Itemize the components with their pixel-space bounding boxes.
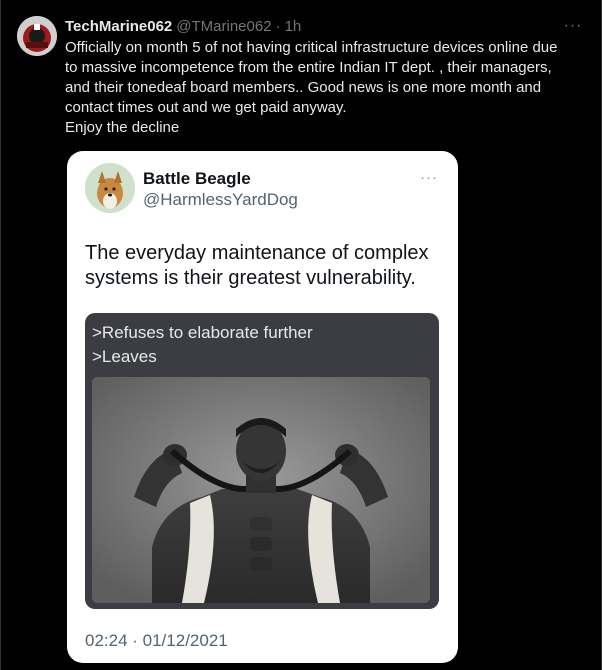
meme-caption-line: >Leaves: [92, 347, 157, 366]
tweet: TechMarine062 @TMarine062 · 1h ··· Offic…: [0, 0, 602, 670]
post-time[interactable]: 1h: [285, 18, 302, 35]
quoted-timestamp[interactable]: 02:24 · 01/12/2021: [85, 631, 228, 651]
tweet-text-line: and their tonedeaf board members.. Good …: [65, 79, 542, 96]
dog-avatar[interactable]: [85, 163, 135, 213]
tweet-text-line: contact times out and we get paid anyway…: [65, 99, 347, 116]
quoted-user-handle[interactable]: @HarmlessYardDog: [143, 190, 298, 210]
quoted-text: The everyday maintenance of complex syst…: [85, 241, 435, 291]
quoted-text-line: The everyday maintenance of complex: [85, 242, 429, 264]
quoted-more-options-icon[interactable]: ···: [420, 169, 438, 186]
meme-caption-line: >Refuses to elaborate further: [92, 323, 313, 342]
meme-photo: [92, 377, 430, 603]
tweet-text-line: Enjoy the decline: [65, 119, 180, 136]
user-handle[interactable]: @TMarine062: [176, 18, 271, 35]
display-name[interactable]: TechMarine062: [65, 18, 172, 35]
meme-image[interactable]: >Refuses to elaborate further >Leaves: [85, 313, 439, 609]
tweet-text-line: Officially on month 5 of not having crit…: [65, 39, 558, 56]
tweet-text-line: to massive incompetence from the entire …: [65, 59, 552, 76]
quoted-text-line: systems is their greatest vulnerability.: [85, 267, 416, 289]
more-options-icon[interactable]: ···: [563, 16, 583, 36]
quoted-display-name[interactable]: Battle Beagle: [143, 169, 251, 189]
user-avatar[interactable]: [17, 16, 57, 56]
quoted-tweet-card[interactable]: Battle Beagle @HarmlessYardDog ··· The e…: [67, 151, 458, 663]
separator: ·: [275, 17, 281, 35]
tweet-text: Officially on month 5 of not having crit…: [65, 38, 589, 138]
tweet-header: TechMarine062 @TMarine062 · 1h: [65, 16, 301, 36]
